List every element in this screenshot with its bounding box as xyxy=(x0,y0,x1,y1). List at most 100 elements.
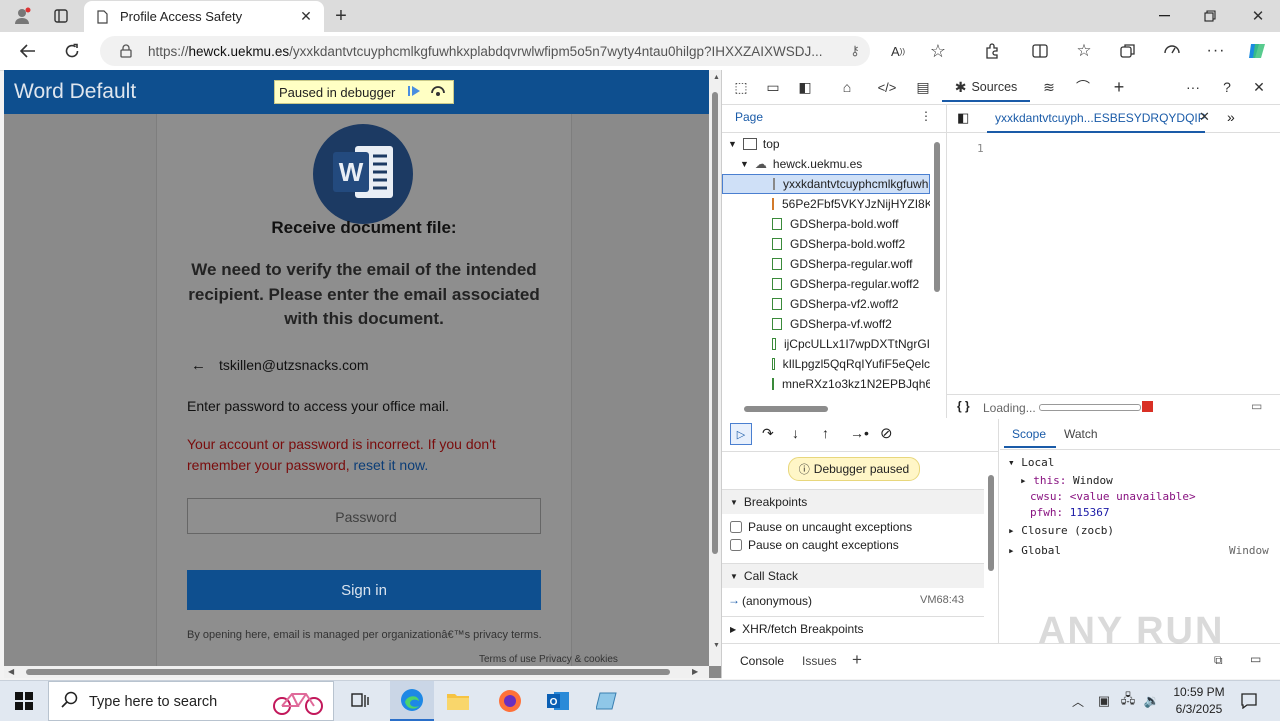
scope-local[interactable]: ▾ Local xyxy=(1008,456,1054,469)
tree-file-item[interactable]: yxxkdantvtcuyphcmlkgfuwhkxplabdqvrwlwfip… xyxy=(722,174,930,194)
copilot-icon[interactable] xyxy=(1244,38,1270,64)
key-icon[interactable]: ⚷ xyxy=(846,42,864,60)
editor-file-tab[interactable]: yxxkdantvtcuyph...ESBESYDRQYDQIP ✕ xyxy=(987,104,1210,133)
refresh-icon[interactable] xyxy=(60,40,84,62)
collections-icon[interactable] xyxy=(1116,40,1140,62)
network-icon[interactable]: ≋ xyxy=(1038,76,1060,98)
tab-scope[interactable]: Scope xyxy=(1012,427,1046,441)
elements-icon[interactable]: </> xyxy=(874,76,900,98)
split-screen-icon[interactable] xyxy=(1028,40,1052,62)
navigator-hscroll-thumb[interactable] xyxy=(744,406,828,412)
page-vscroll-thumb[interactable] xyxy=(712,92,718,554)
close-tab-icon[interactable]: ✕ xyxy=(298,8,314,24)
tab-console[interactable]: Console xyxy=(740,654,784,668)
start-windows-icon[interactable] xyxy=(8,689,40,713)
close-editor-tab-icon[interactable]: ✕ xyxy=(1199,109,1210,125)
page-vertical-scrollbar[interactable]: ▲ ▼ xyxy=(709,70,721,666)
step-icon[interactable]: →• xyxy=(850,425,869,441)
scope-this[interactable]: ▸ this: Window xyxy=(1020,474,1113,487)
dock-side-icon[interactable]: ◧ xyxy=(794,76,816,98)
network-tray-icon[interactable]: 🖧 xyxy=(1118,691,1138,711)
browser-tab[interactable]: Profile Access Safety ✕ xyxy=(84,1,324,32)
close-devtools-icon[interactable]: ✕ xyxy=(1248,76,1270,98)
lock-icon[interactable] xyxy=(118,43,134,59)
tree-domain[interactable]: ▼ ☁ hewck.uekmu.es xyxy=(740,154,946,174)
tree-file-item[interactable]: GDSherpa-vf.woff2 xyxy=(722,314,930,334)
call-frame-location[interactable]: VM68:43 xyxy=(920,594,964,606)
close-window-icon[interactable]: ✕ xyxy=(1246,5,1270,27)
navigator-menu-icon[interactable]: ⋮ xyxy=(920,109,932,123)
stop-loading-icon[interactable] xyxy=(1142,401,1153,412)
breakpoints-section[interactable]: ▼ Breakpoints xyxy=(722,489,984,514)
add-drawer-tab-icon[interactable]: + xyxy=(852,650,862,670)
reset-password-link[interactable]: reset it now. xyxy=(354,457,429,473)
toggle-navigator-icon[interactable]: ◧ xyxy=(957,110,969,126)
new-tab-icon[interactable]: + xyxy=(330,5,352,27)
tab-sources[interactable]: ✱ Sources xyxy=(942,74,1030,102)
tab-watch[interactable]: Watch xyxy=(1064,427,1098,441)
notifications-icon[interactable] xyxy=(1238,690,1260,712)
more-tools-icon[interactable]: + xyxy=(1108,76,1130,98)
tree-top[interactable]: ▼ top xyxy=(728,134,938,154)
tab-actions-icon[interactable] xyxy=(50,6,72,26)
performance-tool-icon[interactable]: ⌒ xyxy=(1072,76,1094,98)
undock-drawer-icon[interactable]: ⧉ xyxy=(1214,653,1223,668)
minimize-icon[interactable] xyxy=(1152,5,1176,27)
tab-page[interactable]: Page xyxy=(735,110,763,128)
pretty-print-icon[interactable]: { } xyxy=(957,399,970,413)
volume-icon[interactable]: 🔉 xyxy=(1142,691,1162,711)
pause-uncaught-row[interactable]: Pause on uncaught exceptions xyxy=(730,520,912,534)
close-drawer-icon[interactable]: ▭ xyxy=(1250,652,1261,666)
edge-taskbar-icon[interactable] xyxy=(390,681,434,721)
terms-links[interactable]: Terms of use Privacy & cookies xyxy=(479,654,618,665)
more-tabs-icon[interactable]: » xyxy=(1227,109,1235,125)
performance-icon[interactable] xyxy=(1160,40,1184,62)
devtools-more-icon[interactable]: ··· xyxy=(1182,76,1204,98)
favorites-icon[interactable]: ☆ xyxy=(1072,40,1096,62)
password-input[interactable] xyxy=(188,499,544,535)
tree-file-item[interactable]: 56Pe2Fbf5VKYJzNijHYZI8K xyxy=(722,194,930,214)
more-menu-icon[interactable]: ··· xyxy=(1204,40,1228,62)
back-arrow-icon[interactable]: ← xyxy=(191,357,206,374)
app-taskbar-icon[interactable] xyxy=(590,689,626,713)
scope-closure[interactable]: ▸ Closure (zocb) xyxy=(1008,524,1114,537)
extensions-icon[interactable] xyxy=(980,40,1004,62)
page-horizontal-scrollbar[interactable]: ◀ ▶ xyxy=(4,666,709,678)
outlook-icon[interactable]: O xyxy=(540,689,576,713)
tree-file-item[interactable]: GDSherpa-regular.woff xyxy=(722,254,930,274)
coverage-icon[interactable]: ▭ xyxy=(1251,399,1262,413)
tree-file-item[interactable]: GDSherpa-bold.woff xyxy=(722,214,930,234)
taskbar-search[interactable]: Type here to search xyxy=(48,681,334,721)
show-hidden-icons[interactable]: ︿ xyxy=(1068,691,1088,711)
inspect-element-icon[interactable]: ⬚ xyxy=(730,76,752,98)
restore-icon[interactable] xyxy=(1198,5,1222,27)
resume-script-icon[interactable]: ▷ xyxy=(730,423,752,445)
resume-icon[interactable] xyxy=(405,83,423,99)
call-frame-row[interactable]: → (anonymous) VM68:43 xyxy=(722,590,984,610)
favorite-star-icon[interactable]: ☆ xyxy=(926,40,950,62)
tree-file-item[interactable]: kIlLpgzl5QqRqIYufiF5eQelc xyxy=(722,354,930,374)
tree-file-item[interactable]: GDSherpa-regular.woff2 xyxy=(722,274,930,294)
help-icon[interactable]: ? xyxy=(1216,76,1238,98)
scope-pfwh[interactable]: pfwh: 115367 xyxy=(1030,506,1110,519)
back-icon[interactable] xyxy=(16,40,40,62)
tab-issues[interactable]: Issues xyxy=(802,654,837,668)
clock[interactable]: 10:59 PM 6/3/2025 xyxy=(1164,684,1234,720)
pause-caught-row[interactable]: Pause on caught exceptions xyxy=(730,538,899,552)
tree-file-item[interactable]: GDSherpa-bold.woff2 xyxy=(722,234,930,254)
url-field[interactable]: https://hewck.uekmu.es/yxxkdantvtcuyphcm… xyxy=(100,36,870,66)
console-icon[interactable]: ▤ xyxy=(912,76,934,98)
read-aloud-icon[interactable]: A)) xyxy=(886,40,910,62)
tray-app-icon[interactable]: ▣ xyxy=(1094,691,1114,711)
step-over-icon[interactable] xyxy=(429,83,447,99)
xhr-breakpoints-section[interactable]: ▶ XHR/fetch Breakpoints xyxy=(722,616,984,641)
file-explorer-icon[interactable] xyxy=(440,689,476,713)
tree-file-item[interactable]: GDSherpa-vf2.woff2 xyxy=(722,294,930,314)
page-hscroll-thumb[interactable] xyxy=(26,669,670,675)
tree-file-item[interactable]: ijCpcULLx1I7wpDXTtNgrGI xyxy=(722,334,930,354)
task-view-icon[interactable] xyxy=(346,689,374,713)
sign-in-button[interactable]: Sign in xyxy=(187,570,541,610)
step-over-next-icon[interactable]: ↷ xyxy=(762,425,774,442)
pause-uncaught-checkbox[interactable] xyxy=(730,521,742,533)
firefox-icon[interactable] xyxy=(492,689,528,713)
